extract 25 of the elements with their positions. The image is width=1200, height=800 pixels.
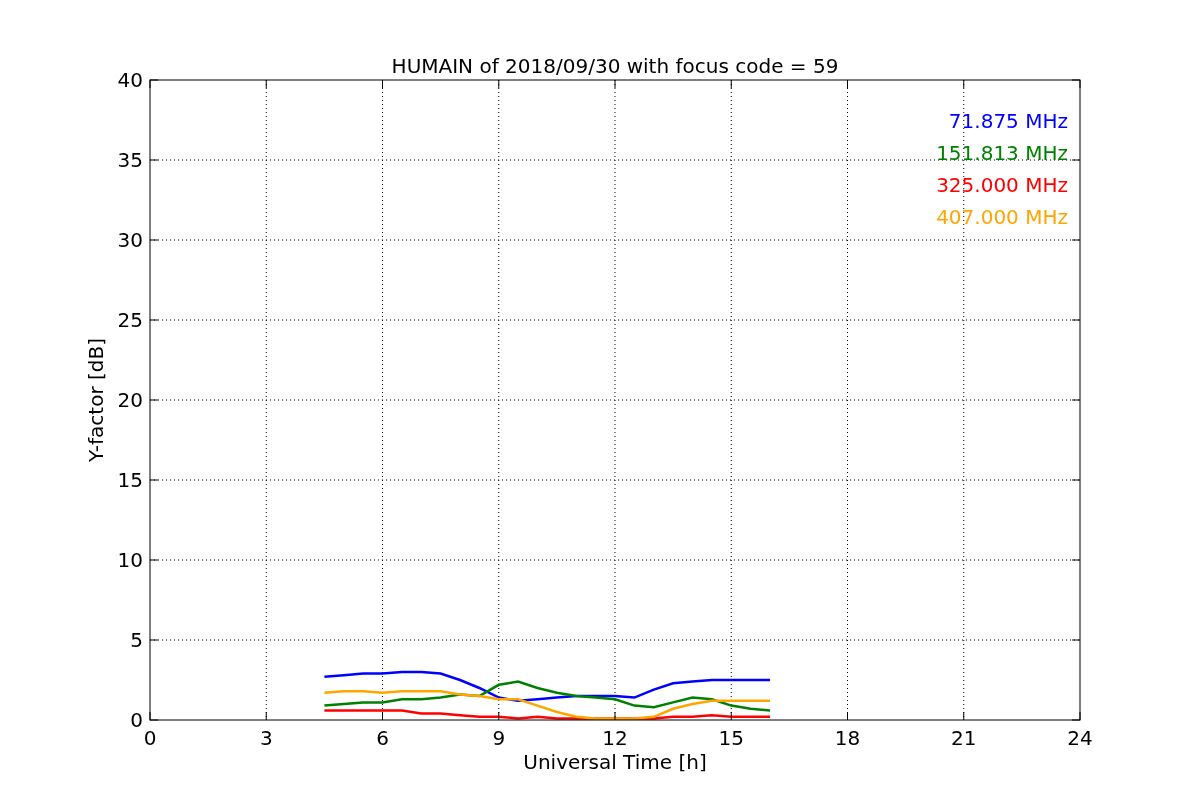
tick-label: 3 bbox=[259, 726, 273, 750]
tick-label: 12 bbox=[602, 726, 628, 750]
tick-label: 20 bbox=[117, 388, 143, 412]
tick-label: 40 bbox=[117, 68, 143, 92]
tick-label: 21 bbox=[951, 726, 977, 750]
tick-label: 10 bbox=[117, 548, 143, 572]
tick-label: 9 bbox=[492, 726, 506, 750]
tick-label: 25 bbox=[117, 308, 143, 332]
tick-label: 0 bbox=[143, 726, 157, 750]
legend-label: 407.000 MHz bbox=[936, 205, 1068, 229]
tick-label: 15 bbox=[117, 468, 143, 492]
chart-title: HUMAIN of 2018/09/30 with focus code = 59 bbox=[391, 54, 839, 78]
tick-label: 24 bbox=[1067, 726, 1093, 750]
tick-label: 15 bbox=[718, 726, 744, 750]
tick-label: 18 bbox=[834, 726, 861, 750]
axis-label: Y-factor [dB] bbox=[84, 338, 108, 462]
tick-label: 30 bbox=[117, 228, 143, 252]
legend-label: 325.000 MHz bbox=[936, 173, 1068, 197]
legend-label: 151.813 MHz bbox=[936, 141, 1068, 165]
tick-label: 6 bbox=[376, 726, 389, 750]
tick-label: 35 bbox=[117, 148, 143, 172]
legend-label: 71.875 MHz bbox=[948, 109, 1068, 133]
tick-label: 0 bbox=[130, 708, 143, 732]
axis-label: Universal Time [h] bbox=[523, 750, 707, 774]
tick-label: 5 bbox=[130, 628, 143, 652]
